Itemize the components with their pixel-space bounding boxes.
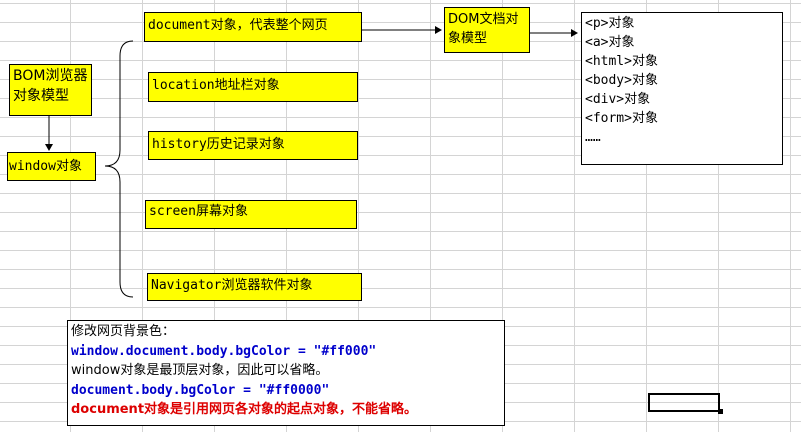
note-warning: document对象是引用网页各对象的起点对象，不能省略。 (71, 402, 418, 417)
brace (104, 40, 134, 298)
dom-object-list: <p>对象 <a>对象 <html>对象 <body>对象 <div>对象 <f… (581, 12, 783, 165)
dom-list-item: <form>对象 (585, 111, 658, 126)
dom-list-item: <a>对象 (585, 35, 635, 50)
arrow-bom-to-window-head (45, 144, 53, 151)
dom-list-item: <html>对象 (585, 54, 658, 69)
dom-list-item: …… (585, 130, 601, 145)
dom-list-item: <div>对象 (585, 92, 651, 107)
fill-handle[interactable] (718, 409, 723, 414)
history-object-box: history历史记录对象 (148, 131, 358, 160)
window-object-box: window对象 (7, 152, 96, 181)
note-explanation: window对象是最顶层对象，因此可以省略。 (71, 363, 329, 378)
dom-model-box: DOM文档对 象模型 (444, 7, 530, 53)
note-code-short: document.body.bgColor = "#ff0000" (71, 382, 330, 398)
navigator-object-box: Navigator浏览器软件对象 (147, 273, 362, 301)
arrow-document-to-dom-head (435, 26, 442, 34)
arrow-dom-to-list-head (571, 29, 578, 37)
document-object-box: document对象，代表整个网页 (144, 12, 362, 42)
note-heading: 修改网页背景色： (71, 324, 176, 339)
note-code-full: window.document.body.bgColor = "#ff000" (71, 343, 377, 359)
screen-object-box: screen屏幕对象 (145, 200, 357, 229)
selected-cell[interactable] (648, 393, 720, 412)
bgcolor-note-box: 修改网页背景色： window.document.body.bgColor = … (67, 320, 505, 426)
location-object-box: location地址栏对象 (148, 72, 358, 102)
dom-list-item: <body>对象 (585, 73, 658, 88)
dom-list-item: <p>对象 (585, 16, 635, 31)
bom-model-box: BOM浏览器 对象模型 (9, 64, 92, 116)
